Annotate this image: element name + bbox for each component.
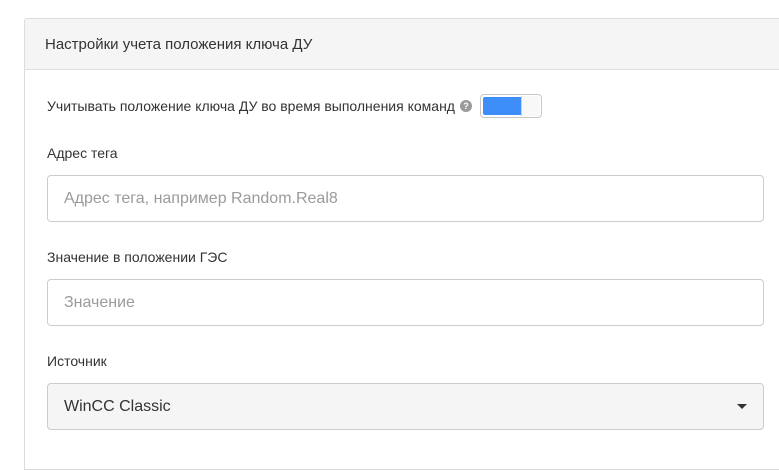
switch-knob[interactable] xyxy=(520,96,540,116)
panel-body: Учитывать положение ключа ДУ во время вы… xyxy=(25,93,779,430)
key-position-switch[interactable] xyxy=(479,94,542,118)
source-select[interactable]: WinCC Classic xyxy=(47,383,764,430)
key-position-toggle-row: Учитывать положение ключа ДУ во время вы… xyxy=(47,93,763,119)
toggle-label: Учитывать положение ключа ДУ во время вы… xyxy=(47,98,455,114)
value-in-position-label: Значение в положении ГЭС xyxy=(47,249,228,265)
panel-title: Настройки учета положения ключа ДУ xyxy=(45,35,313,53)
source-selected-value: WinCC Classic xyxy=(64,397,171,415)
value-in-position-input[interactable] xyxy=(47,279,764,326)
tag-address-label: Адрес тега xyxy=(47,145,118,161)
panel-header: Настройки учета положения ключа ДУ xyxy=(25,19,779,70)
tag-address-input[interactable] xyxy=(47,175,764,222)
settings-panel: Настройки учета положения ключа ДУ Учиты… xyxy=(24,18,779,470)
switch-on-fill xyxy=(482,97,523,115)
caret-down-icon xyxy=(737,403,747,409)
question-circle-icon[interactable]: ? xyxy=(459,100,472,112)
source-label: Источник xyxy=(47,353,107,369)
